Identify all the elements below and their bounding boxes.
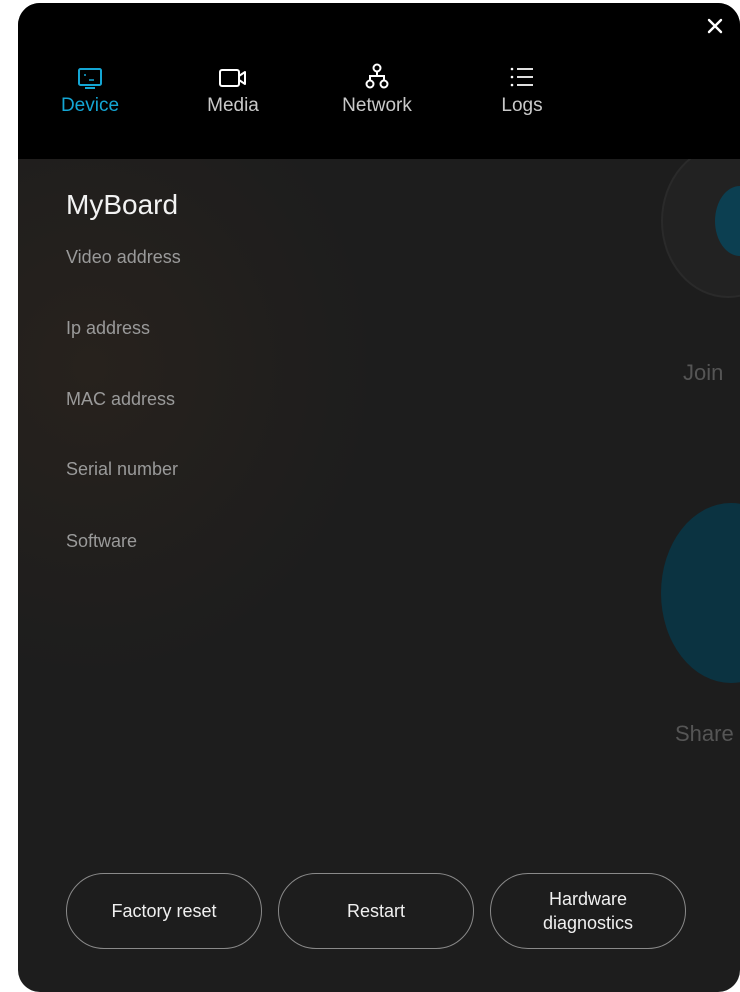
- join-circle-inner: [715, 186, 740, 256]
- restart-button[interactable]: Restart: [278, 873, 474, 949]
- tab-device[interactable]: Device: [40, 63, 140, 117]
- share-label-background: Share: [675, 721, 734, 746]
- device-name: MyBoard: [66, 189, 179, 220]
- tab-device-label: Device: [60, 95, 120, 116]
- mac-address-label: MAC address: [66, 389, 176, 409]
- software-label: Software: [66, 531, 138, 551]
- hardware-diagnostics-label: Hardware diagnostics: [543, 887, 633, 935]
- restart-label: Restart: [346, 901, 406, 921]
- serial-number-label: Serial number: [66, 459, 179, 479]
- factory-reset-button[interactable]: Factory reset: [66, 873, 262, 949]
- tab-media[interactable]: Media: [183, 63, 283, 117]
- list-icon: [510, 67, 533, 87]
- hardware-diagnostics-line1: Hardware: [548, 889, 628, 909]
- device-icon: [78, 68, 102, 89]
- tab-network-label: Network: [342, 95, 412, 116]
- video-address-label: Video address: [66, 247, 181, 267]
- settings-panel: Join Share Device Media Network Logs MyB…: [18, 3, 740, 992]
- close-icon: [707, 18, 723, 34]
- share-circle-background: [661, 503, 740, 683]
- factory-reset-label: Factory reset: [111, 901, 217, 921]
- network-icon: [365, 63, 389, 89]
- tab-header: Device Media Network Logs: [18, 3, 740, 159]
- background-glow: [18, 159, 378, 679]
- tab-network[interactable]: Network: [327, 63, 427, 117]
- hardware-diagnostics-button[interactable]: Hardware diagnostics: [490, 873, 686, 949]
- hardware-diagnostics-line2: diagnostics: [542, 913, 634, 933]
- tab-logs-label: Logs: [501, 95, 543, 116]
- join-circle-background: [661, 144, 740, 298]
- tab-media-label: Media: [207, 95, 259, 116]
- close-button[interactable]: [702, 13, 728, 39]
- camera-icon: [219, 69, 246, 87]
- ip-address-label: Ip address: [66, 318, 151, 338]
- join-label-background: Join: [683, 360, 724, 385]
- tab-logs[interactable]: Logs: [472, 63, 572, 117]
